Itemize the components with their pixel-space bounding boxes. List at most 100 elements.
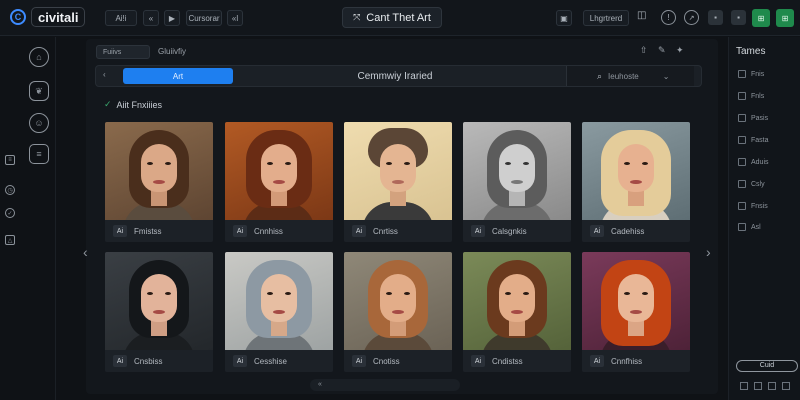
search-icon: ⌕ <box>597 70 603 81</box>
card-2[interactable]: Ai Cnnhiss <box>225 122 333 242</box>
right-item[interactable]: Csly <box>738 180 765 188</box>
ai-badge: Ai <box>352 225 366 237</box>
bell-icon[interactable]: ◫ <box>637 10 653 26</box>
menu-button[interactable]: «l <box>227 10 243 26</box>
images-icon[interactable]: ☺ <box>29 113 49 133</box>
portrait-image <box>463 252 571 350</box>
right-item[interactable]: Asl <box>738 223 761 231</box>
card-label: Cnsbiss <box>134 356 163 366</box>
card-label: Cnotiss <box>373 356 400 366</box>
search-input[interactable]: ⌕ Ieuhoste ⌄ <box>566 66 694 86</box>
settings-icon[interactable]: ✓ <box>5 208 15 218</box>
portrait-image <box>225 252 333 350</box>
home-icon[interactable]: ⌂ <box>29 47 49 67</box>
ai-badge: Ai <box>113 225 127 237</box>
search-placeholder: Ieuhoste <box>608 71 639 81</box>
articles-icon[interactable]: ≡ <box>29 144 49 164</box>
center-filter-label: Cemmwiy Iraried <box>357 71 433 82</box>
pager[interactable]: « <box>310 379 460 391</box>
card-6[interactable]: Ai Cnsbiss <box>105 252 213 372</box>
edit-icon[interactable]: ✎ <box>658 45 666 56</box>
right-item[interactable]: Pasis <box>738 114 768 122</box>
card-5[interactable]: Ai Cadehiss <box>582 122 690 242</box>
tab-art[interactable]: Art <box>123 68 233 84</box>
portrait-image <box>463 122 571 220</box>
chevron-down-icon: ⌄ <box>662 71 670 81</box>
help-icon[interactable]: ↗ <box>684 10 699 25</box>
card-label: Calsgnkis <box>492 226 527 236</box>
footer-icon[interactable] <box>740 382 748 390</box>
footer-icon[interactable] <box>768 382 776 390</box>
card-8[interactable]: Ai Cnotiss <box>344 252 452 372</box>
portrait-image <box>105 252 213 350</box>
user-button[interactable]: ⊞ <box>776 9 794 27</box>
ai-badge: Ai <box>471 355 485 367</box>
cursor-button[interactable]: Cursorar <box>186 10 222 26</box>
item-icon <box>738 223 746 231</box>
create-button[interactable]: ⊞ <box>752 9 770 27</box>
section-header: ✓ Aiit Fnxiiies <box>104 99 162 110</box>
card-9[interactable]: Ai Cndistss <box>463 252 571 372</box>
prev-arrow-icon[interactable]: ‹ <box>83 244 88 260</box>
models-icon[interactable]: ❦ <box>29 81 49 101</box>
bell-rail-icon[interactable]: △ <box>5 235 15 245</box>
back-button[interactable]: « <box>143 10 159 26</box>
section-title: Aiit Fnxiiies <box>116 99 163 110</box>
item-icon <box>738 158 746 166</box>
grid-icon[interactable]: ▪ <box>708 10 723 25</box>
card-label: Fmistss <box>134 226 162 236</box>
item-icon <box>738 70 746 78</box>
image-icon[interactable]: ▣ <box>556 10 572 26</box>
ai-badge: Ai <box>233 355 247 367</box>
civitai-logo-icon: C <box>10 9 26 25</box>
right-item[interactable]: Fnls <box>738 92 764 100</box>
shuffle-icon: ⤧ <box>353 12 361 22</box>
right-item[interactable]: Aduis <box>738 158 769 166</box>
upload-icon[interactable]: ⇧ <box>640 45 648 56</box>
check-icon: ✓ <box>104 99 112 109</box>
login-button[interactable]: Lhgrtrerd <box>583 10 629 26</box>
footer-icon[interactable] <box>782 382 790 390</box>
item-icon <box>738 180 746 188</box>
right-item[interactable]: Fasta <box>738 136 769 144</box>
card-label: Cndistss <box>492 356 523 366</box>
portrait-image <box>225 122 333 220</box>
play-icon[interactable]: ▶ <box>164 10 180 26</box>
footer-icon[interactable] <box>754 382 762 390</box>
category-label: Gluiivfiy <box>158 47 187 56</box>
page-title-box[interactable]: ⤧ Cant Thet Art <box>342 7 442 28</box>
list-icon[interactable]: ≡ <box>5 155 15 165</box>
card-10[interactable]: Ai Cnnfhiss <box>582 252 690 372</box>
card-label: Cnrtiss <box>373 226 398 236</box>
clock-icon[interactable]: ◷ <box>5 185 15 195</box>
card-label: Cnnhiss <box>254 226 283 236</box>
ai-badge: Ai <box>590 225 604 237</box>
logo[interactable]: C civitali <box>10 7 86 27</box>
right-footer-icons <box>740 382 790 390</box>
right-item[interactable]: Fnsis <box>738 202 768 210</box>
right-item[interactable]: Fnis <box>738 70 764 78</box>
next-arrow-icon[interactable]: › <box>706 244 711 260</box>
right-panel-title: Tames <box>736 46 766 57</box>
ai-badge: Ai <box>471 225 485 237</box>
portrait-image <box>105 122 213 220</box>
filter-icon[interactable]: ✦ <box>676 45 684 56</box>
page-title: Cant Thet Art <box>366 11 431 24</box>
portrait-image <box>344 122 452 220</box>
item-icon <box>738 202 746 210</box>
item-icon <box>738 136 746 144</box>
filter-pill[interactable]: Fuiivs <box>96 45 150 59</box>
card-1[interactable]: Ai Fmistss <box>105 122 213 242</box>
card-3[interactable]: Ai Cnrtiss <box>344 122 452 242</box>
item-icon <box>738 92 746 100</box>
toolbar-button-1[interactable]: Ai!i <box>105 10 137 26</box>
right-panel-button[interactable]: Cuid <box>736 360 798 372</box>
ai-badge: Ai <box>233 225 247 237</box>
info-icon[interactable]: ! <box>661 10 676 25</box>
apps-icon[interactable]: ▪ <box>731 10 746 25</box>
prev-filter-icon[interactable]: ‹ <box>103 70 106 79</box>
card-7[interactable]: Ai Cesshise <box>225 252 333 372</box>
card-label: Cnnfhiss <box>611 356 643 366</box>
card-4[interactable]: Ai Calsgnkis <box>463 122 571 242</box>
ai-badge: Ai <box>352 355 366 367</box>
